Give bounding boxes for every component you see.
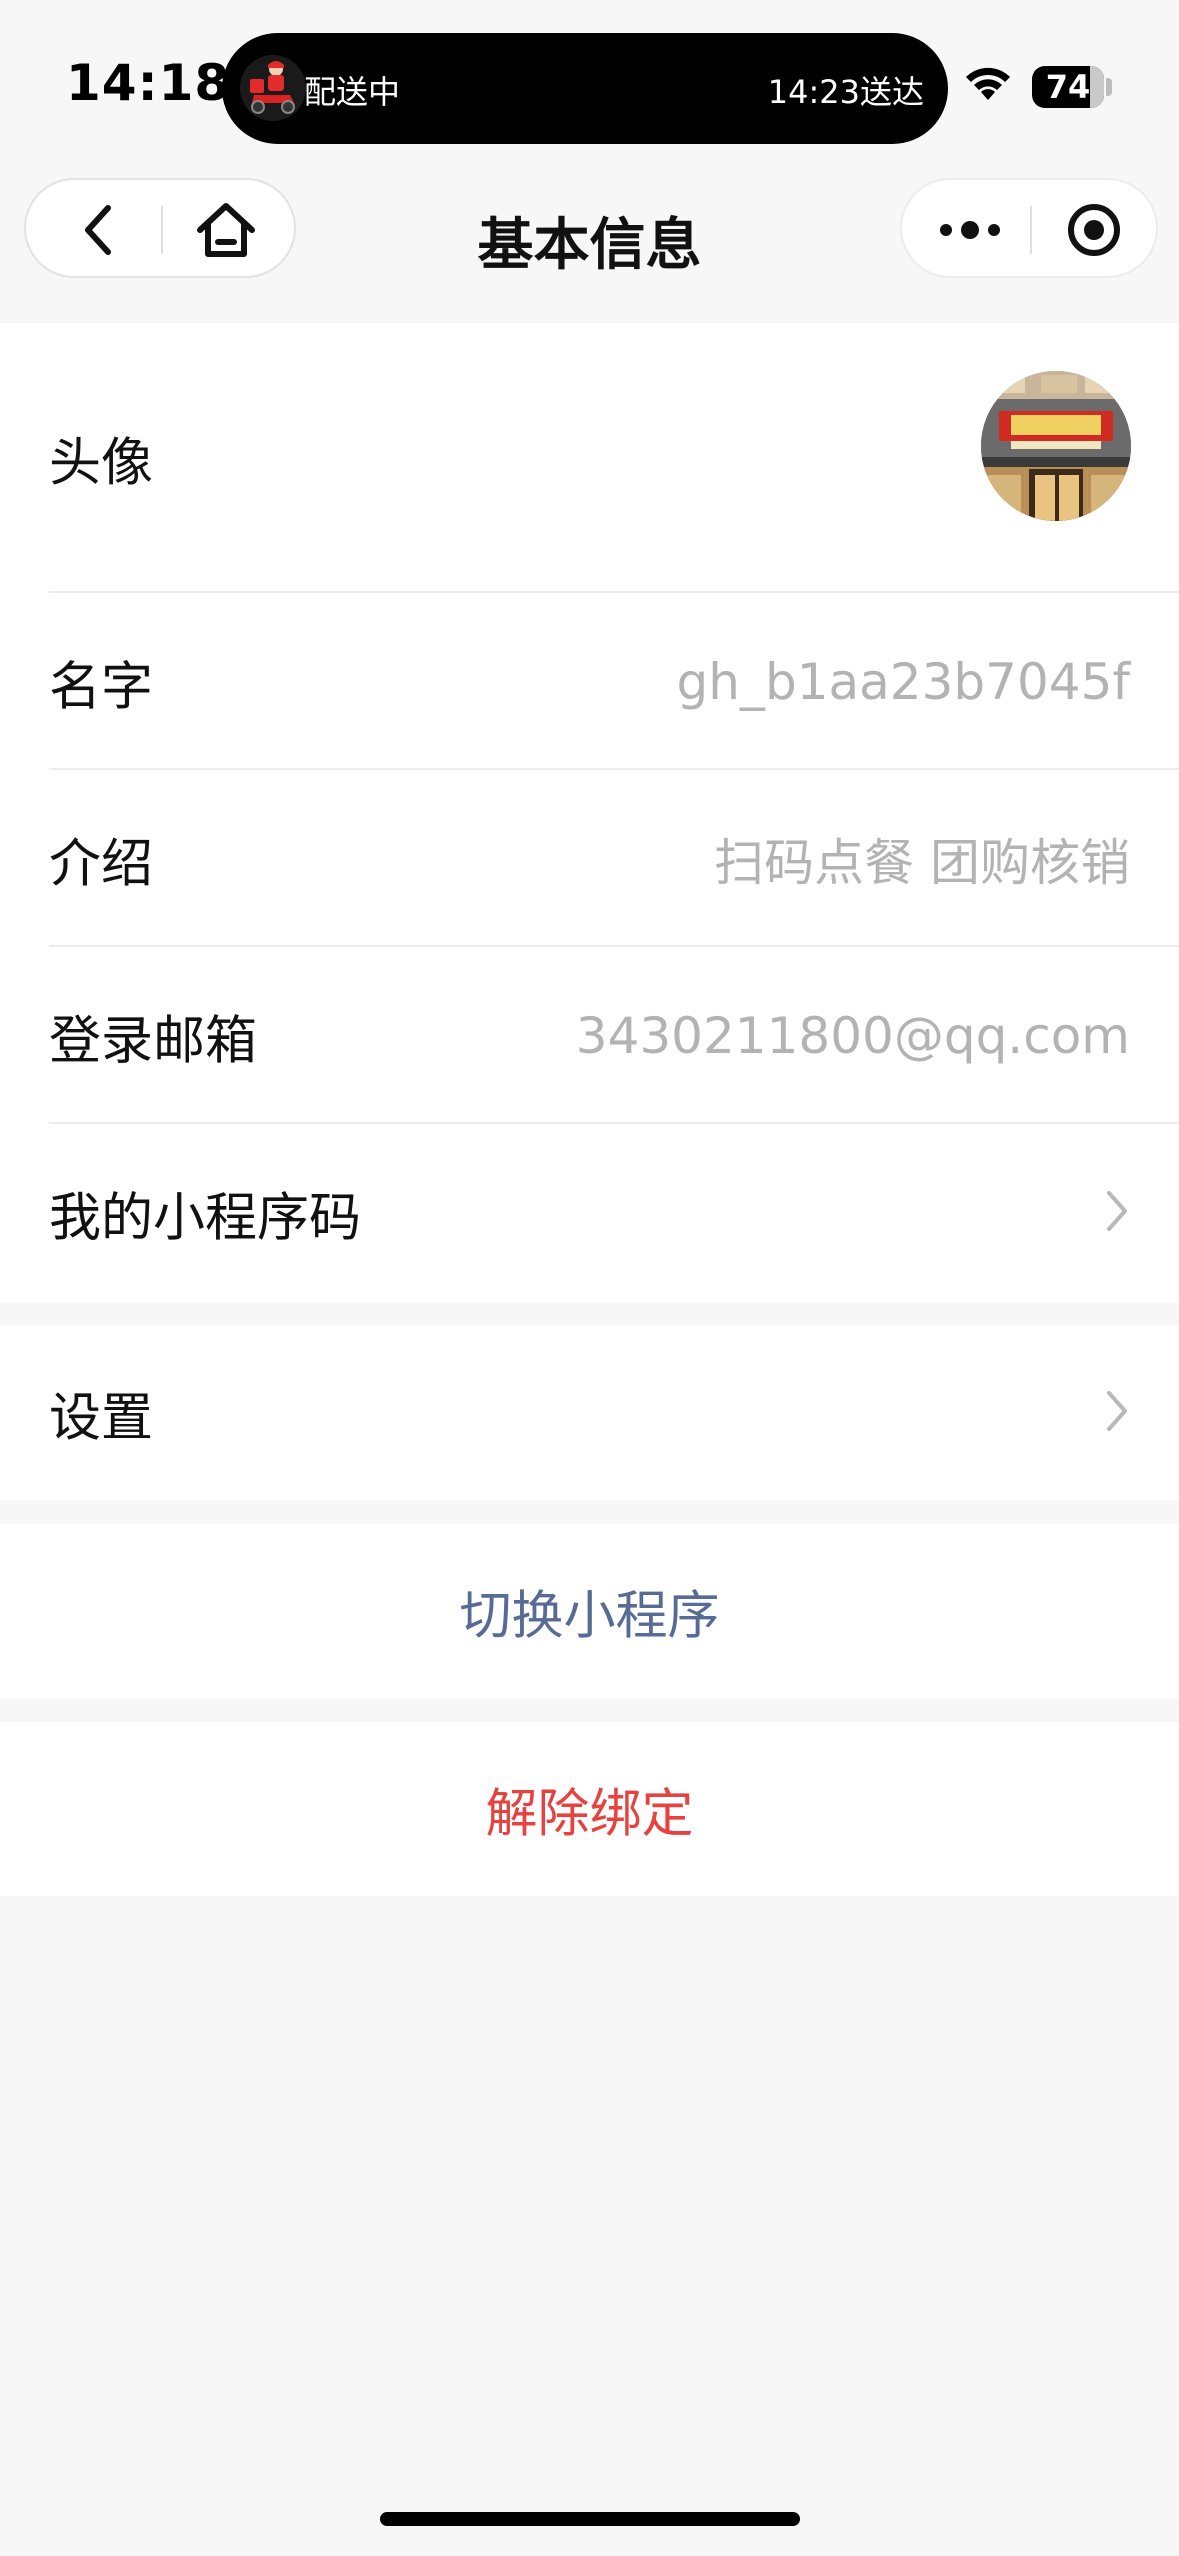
battery-tip (1106, 78, 1112, 96)
live-activity-status: 配送中 (304, 73, 401, 111)
name-row[interactable]: 名字 gh_b1aa23b7045f (0, 593, 1179, 770)
status-bar: 14:18 配送中 14:23送达 74 (0, 0, 1179, 170)
more-button[interactable] (934, 200, 1006, 260)
settings-row[interactable]: 设置 (0, 1326, 1179, 1500)
basic-info-section: 头像 名字 gh_b1aa23b7045f 介绍 扫码点餐 团购核销 登录邮箱 … (0, 323, 1179, 1303)
name-value: gh_b1aa23b7045f (676, 652, 1130, 711)
email-label: 登录邮箱 (49, 1011, 258, 1071)
unbind-button[interactable]: 解除绑定 (0, 1772, 1179, 1847)
more-dots-icon (940, 221, 1000, 239)
nav-right-capsule (900, 178, 1158, 278)
unbind-section: 解除绑定 (0, 1722, 1179, 1896)
settings-section: 设置 (0, 1326, 1179, 1500)
battery-indicator: 74 (1032, 66, 1104, 108)
avatar[interactable] (981, 371, 1131, 521)
miniprogram-qrcode-row[interactable]: 我的小程序码 (0, 1124, 1179, 1301)
intro-label: 介绍 (49, 834, 154, 894)
home-indicator[interactable] (380, 2512, 800, 2526)
settings-label: 设置 (49, 1388, 154, 1449)
page: 14:18 配送中 14:23送达 74 基本信息 头像 名字 gh_b1aa2… (0, 0, 1179, 2556)
email-value: 3430211800@qq.com (575, 1006, 1130, 1065)
avatar-label: 头像 (49, 433, 154, 494)
nav-bar: 基本信息 (0, 170, 1179, 322)
switch-miniprogram-button[interactable]: 切换小程序 (0, 1574, 1179, 1649)
delivery-rider-icon (240, 55, 306, 121)
qrcode-label: 我的小程序码 (49, 1188, 362, 1248)
name-label: 名字 (49, 657, 154, 717)
live-activity-eta: 14:23送达 (767, 73, 924, 111)
avatar-row[interactable]: 头像 (0, 323, 1179, 593)
dynamic-island-live-activity[interactable]: 配送中 14:23送达 (222, 33, 948, 144)
target-close-icon (1068, 204, 1120, 256)
switch-miniprogram-section: 切换小程序 (0, 1524, 1179, 1698)
close-miniprogram-button[interactable] (1062, 200, 1126, 260)
battery-level: 74 (1045, 68, 1091, 106)
intro-row[interactable]: 介绍 扫码点餐 团购核销 (0, 770, 1179, 947)
chevron-right-icon (1105, 1189, 1129, 1237)
intro-value: 扫码点餐 团购核销 (714, 833, 1130, 892)
capsule-divider (1030, 206, 1032, 254)
email-row[interactable]: 登录邮箱 3430211800@qq.com (0, 947, 1179, 1124)
wifi-icon (962, 64, 1014, 108)
chevron-right-icon (1105, 1389, 1129, 1437)
status-time: 14:18 (66, 54, 231, 112)
